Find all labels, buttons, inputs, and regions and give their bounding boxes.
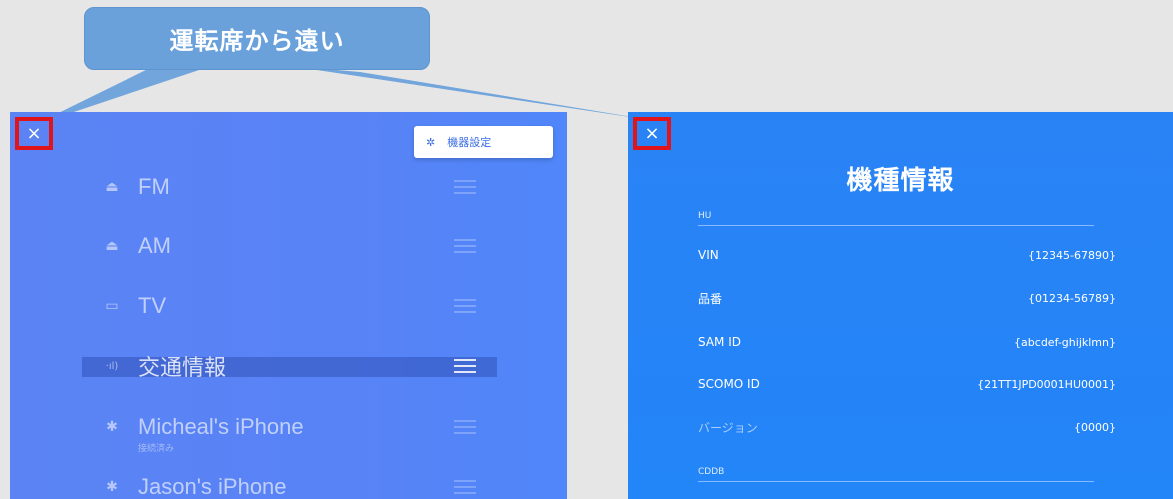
drag-handle-icon[interactable] <box>454 480 476 494</box>
info-row-part-number: 品番 {01234-56789} <box>698 288 1116 308</box>
info-label: 品番 <box>698 291 723 306</box>
source-item-jason-iphone[interactable]: ✱ Jason's iPhone <box>10 467 567 499</box>
source-list-panel: × ✲ 機器設定 ⏏ FM ⏏ AM ▭ TV ·ıl) 交通情報 ✱ Mich… <box>10 112 567 499</box>
info-row-vin: VIN {12345-67890} <box>698 245 1116 265</box>
source-item-tv[interactable]: ▭ TV <box>10 286 567 326</box>
source-item-fm[interactable]: ⏏ FM <box>10 167 567 207</box>
info-value: {0000} <box>1074 420 1116 434</box>
close-icon: × <box>26 123 42 144</box>
info-label: バージョン <box>698 420 758 435</box>
source-item-am[interactable]: ⏏ AM <box>10 226 567 266</box>
info-value: {12345-67890} <box>1028 248 1116 262</box>
tv-icon: ▭ <box>105 298 119 314</box>
radio-icon: ⏏ <box>105 179 119 195</box>
info-value: {01234-56789} <box>1028 291 1116 305</box>
info-label: SAM ID <box>698 335 741 349</box>
info-value: {abcdef-ghijklmn} <box>1014 335 1116 349</box>
page-title: 機種情報 <box>846 166 955 196</box>
radio-icon: ⏏ <box>105 238 119 254</box>
source-label: 交通情報 <box>138 355 227 380</box>
section-header-hu: HU <box>698 211 1094 226</box>
drag-handle-icon[interactable] <box>454 359 476 373</box>
gear-icon: ✲ <box>426 135 436 149</box>
info-row-sam-id: SAM ID {abcdef-ghijklmn} <box>698 332 1116 352</box>
info-label: VIN <box>698 248 719 262</box>
info-label: SCOMO ID <box>698 377 760 391</box>
device-settings-label: 機器設定 <box>447 136 492 149</box>
device-settings-button[interactable]: ✲ 機器設定 <box>414 126 553 158</box>
callout-text: 運転席から遠い <box>169 27 345 55</box>
drag-handle-icon[interactable] <box>454 180 476 194</box>
source-label: Micheal's iPhone <box>138 414 304 439</box>
source-label: FM <box>138 174 170 199</box>
close-button-right[interactable]: × <box>633 117 671 150</box>
source-label: AM <box>138 233 171 258</box>
signal-icon: ·ıl) <box>105 360 119 372</box>
source-item-micheal-iphone[interactable]: ✱ Micheal's iPhone 接続済み <box>10 407 567 454</box>
info-row-scomo-id: SCOMO ID {21TT1JPD0001HU0001} <box>698 374 1116 394</box>
close-button-left[interactable]: × <box>15 117 53 150</box>
source-item-traffic[interactable]: ·ıl) 交通情報 <box>10 346 567 386</box>
model-info-panel: × 機種情報 HU VIN {12345-67890} 品番 {01234-56… <box>628 112 1173 499</box>
drag-handle-icon[interactable] <box>454 299 476 313</box>
callout-label: 運転席から遠い <box>84 7 430 70</box>
connection-status: 接続済み <box>138 444 175 454</box>
bluetooth-icon: ✱ <box>106 419 118 435</box>
bluetooth-icon: ✱ <box>106 479 118 495</box>
section-header-cddb: CDDB <box>698 467 1094 482</box>
source-label: Jason's iPhone <box>138 474 287 499</box>
info-row-version: バージョン {0000} <box>698 417 1116 437</box>
close-icon: × <box>644 123 660 144</box>
drag-handle-icon[interactable] <box>454 239 476 253</box>
drag-handle-icon[interactable] <box>454 420 476 434</box>
source-label: TV <box>138 293 167 318</box>
info-value: {21TT1JPD0001HU0001} <box>977 377 1116 391</box>
